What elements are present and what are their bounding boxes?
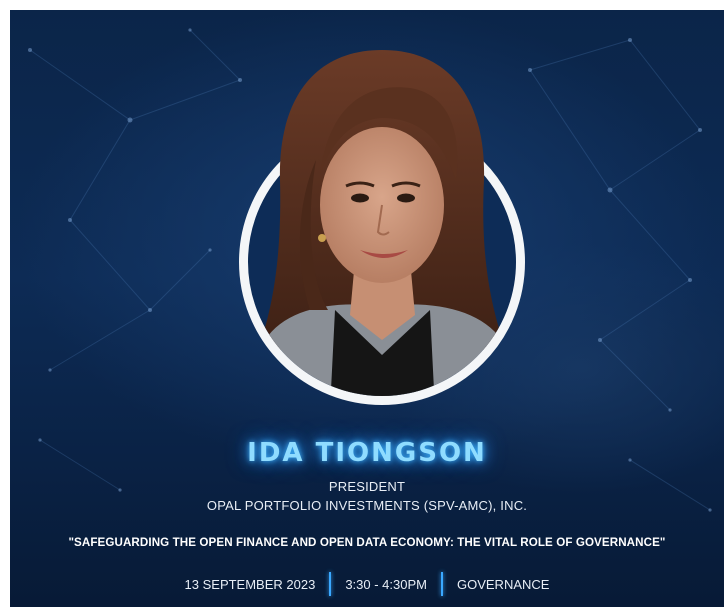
session-meta: 13 SEPTEMBER 2023 3:30 - 4:30PM GOVERNAN… bbox=[10, 572, 724, 596]
speaker-card: IDA TIONGSON PRESIDENT OPAL PORTFOLIO IN… bbox=[10, 10, 724, 607]
session-date: 13 SEPTEMBER 2023 bbox=[184, 576, 316, 592]
speaker-organization: OPAL PORTFOLIO INVESTMENTS (SPV-AMC), IN… bbox=[206, 498, 528, 513]
session-track: GOVERNANCE bbox=[456, 576, 550, 592]
session-time: 3:30 - 4:30PM bbox=[345, 576, 427, 592]
speaker-name: IDA TIONGSON bbox=[247, 438, 487, 468]
speaker-photo bbox=[254, 50, 510, 396]
session-topic: "SAFEGUARDING THE OPEN FINANCE AND OPEN … bbox=[68, 536, 666, 549]
speaker-title: PRESIDENT bbox=[328, 479, 406, 494]
